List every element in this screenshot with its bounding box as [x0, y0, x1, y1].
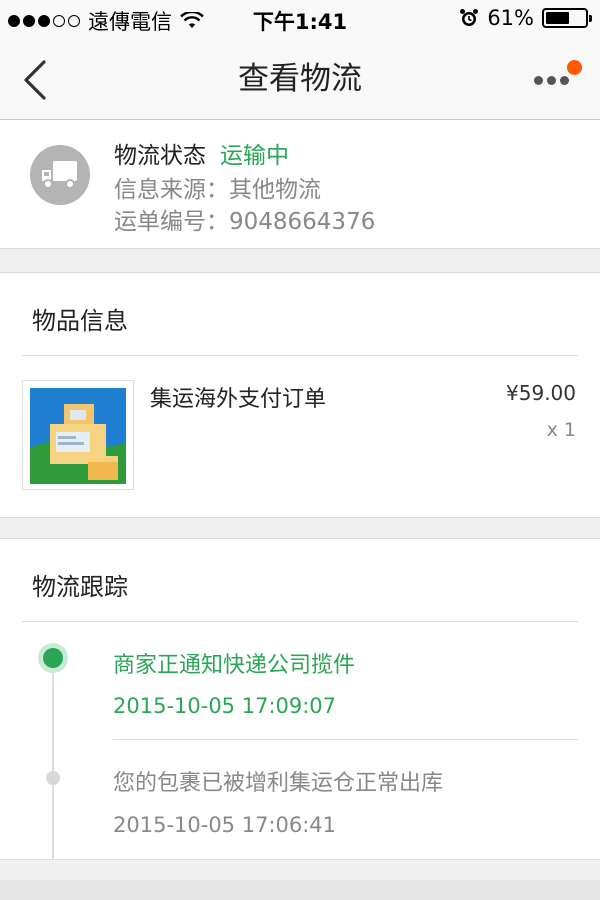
more-button[interactable]: [534, 60, 584, 100]
status-bar-right: 61%: [459, 6, 592, 30]
more-dots-icon: [534, 76, 569, 85]
info-source: 信息来源：其他物流: [114, 177, 321, 203]
back-button[interactable]: [20, 58, 60, 102]
product-thumbnail[interactable]: [22, 380, 134, 490]
status-value: 运输中: [220, 143, 289, 169]
divider: [22, 621, 578, 622]
tracking-event-time: 2015-10-05 17:09:07: [113, 694, 337, 718]
product-quantity: x 1: [546, 419, 576, 441]
navigation-bar: 查看物流: [0, 40, 600, 120]
notification-badge: [567, 60, 582, 75]
divider: [113, 739, 578, 740]
chevron-left-icon: [24, 60, 46, 100]
status-label: 物流状态: [114, 143, 206, 169]
tracking-section-title: 物流跟踪: [32, 573, 128, 601]
battery-level-fill: [546, 12, 570, 24]
product-name[interactable]: 集运海外支付订单: [150, 381, 326, 413]
goods-info-card: 物品信息 集运海外支付订单 ¥59.00 x 1: [0, 272, 600, 518]
battery-percent: 61%: [487, 6, 534, 30]
truck-icon: [30, 145, 90, 205]
timeline-line: [52, 658, 54, 859]
shipment-status-card: 物流状态 运输中 信息来源：其他物流 运单编号：9048664376: [0, 120, 600, 249]
timeline-dot: [46, 771, 60, 785]
tracking-event-text: 您的包裹已被增利集运仓正常出库: [113, 771, 444, 796]
tracking-number: 运单编号：9048664376: [114, 209, 376, 235]
timeline-dot-active: [38, 643, 68, 673]
battery-icon: [542, 8, 592, 28]
tracking-event-time: 2015-10-05 17:06:41: [113, 813, 337, 837]
divider: [22, 355, 578, 356]
bottom-spacer: [0, 880, 600, 900]
alarm-icon: [460, 9, 479, 26]
product-price: ¥59.00: [506, 381, 576, 405]
status-bar: 遠傳電信 下午1:41 61%: [0, 0, 600, 40]
goods-section-title: 物品信息: [32, 307, 128, 335]
status-row: 物流状态 运输中: [114, 136, 289, 170]
tracking-card: 物流跟踪 商家正通知快递公司揽件 2015-10-05 17:09:07 您的包…: [0, 538, 600, 860]
tracking-event-text: 商家正通知快递公司揽件: [113, 653, 356, 678]
page-title: 查看物流: [238, 61, 362, 97]
package-image: [30, 388, 126, 484]
